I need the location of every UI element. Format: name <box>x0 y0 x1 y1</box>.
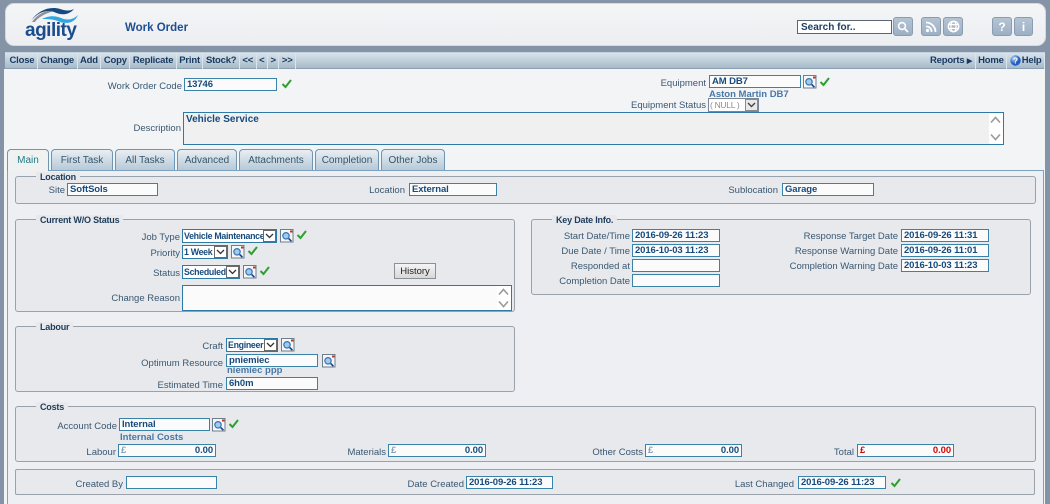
svg-text:?: ? <box>1013 56 1018 65</box>
